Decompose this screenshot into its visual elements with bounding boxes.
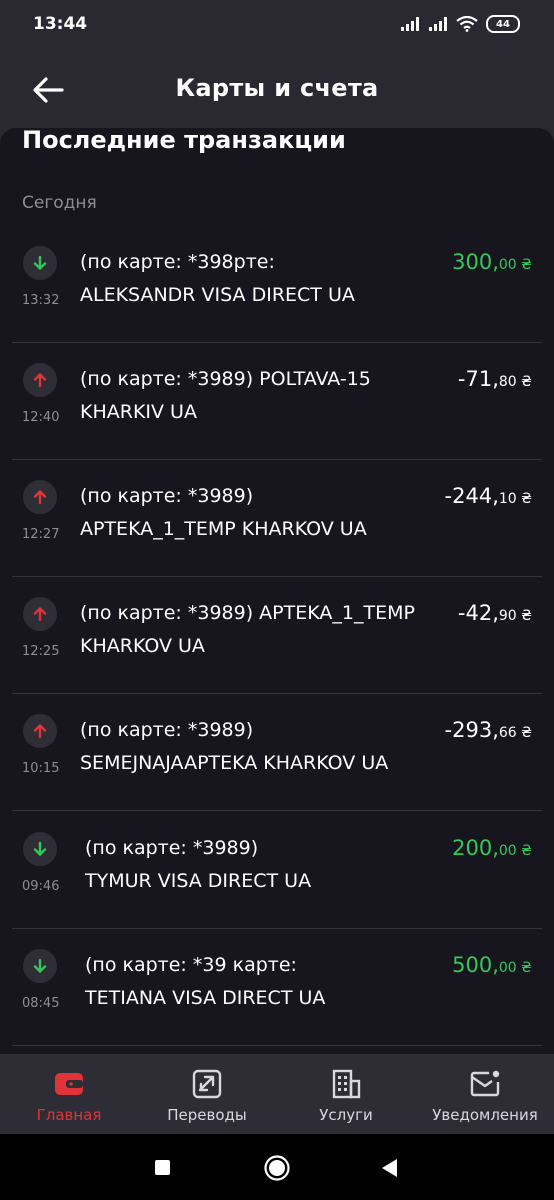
date-label: Сегодня — [22, 193, 97, 213]
transaction-line-2: APTEKA_1_TEMP KHARKOV UA — [80, 518, 367, 540]
amount-main: -71, — [457, 367, 499, 391]
transaction-line-2: TETIANA VISA DIRECT UA — [85, 987, 326, 1009]
transaction-amount: -42,90 ₴ — [458, 597, 532, 633]
amount-main: -244, — [444, 484, 499, 508]
transaction-row[interactable]: 12:25 (по карте: *3989) APTEKA_1_TEMP KH… — [0, 577, 554, 694]
transaction-description: (по карте: *3989) POLTAVA-15 KHARKIV UA — [80, 363, 430, 429]
transaction-line-1: (по карте: *3989) — [85, 837, 259, 859]
divider — [12, 1045, 542, 1046]
mail-notification-icon — [470, 1070, 500, 1097]
transaction-line-1: (по карте: *3989) — [80, 719, 254, 741]
transaction-time: 12:40 — [22, 410, 60, 425]
outgoing-arrow-icon — [23, 714, 57, 748]
nav-home-label: Главная — [36, 1106, 102, 1124]
amount-cents: 00 ₴ — [498, 960, 532, 976]
transaction-time: 09:46 — [22, 879, 60, 894]
amount-cents: 80 ₴ — [498, 374, 532, 390]
transfers-icon — [192, 1069, 222, 1099]
transaction-line-1: (по карте: *39 карте: — [85, 954, 297, 976]
section-title: Последние транзакции — [22, 128, 346, 154]
transaction-time: 10:15 — [22, 761, 60, 776]
transaction-description: (по карте: *398рте: ALEKSANDR VISA DIREC… — [80, 246, 430, 312]
transaction-description: (по карте: *3989) APTEKA_1_TEMP KHARKOV … — [80, 597, 430, 663]
divider — [12, 810, 542, 811]
transaction-line-1: (по карте: *3989) APTEKA_1_TEMP — [80, 602, 415, 624]
amount-main: 300, — [452, 250, 499, 274]
status-icons: 44 — [400, 15, 520, 33]
signal-icon — [401, 17, 419, 31]
battery-icon: 44 — [486, 15, 520, 33]
transaction-row[interactable]: 09:46 (по карте: *3989) TYMUR VISA DIREC… — [0, 812, 554, 929]
transaction-description: (по карте: *39 карте: TETIANA VISA DIREC… — [85, 949, 435, 1015]
transaction-amount: 200,00 ₴ — [452, 832, 532, 868]
nav-transfers[interactable]: Переводы — [155, 1054, 259, 1134]
transaction-amount: 300,00 ₴ — [452, 246, 532, 282]
transaction-row[interactable]: 10:15 (по карте: *3989) SEMEJNAJAAPTEKA … — [0, 694, 554, 811]
amount-cents: 66 ₴ — [498, 725, 532, 741]
nav-transfers-label: Переводы — [167, 1106, 247, 1124]
nav-notifications[interactable]: Уведомления — [424, 1054, 546, 1134]
status-time: 13:44 — [33, 14, 88, 34]
amount-main: -293, — [444, 718, 499, 742]
home-icon[interactable] — [263, 1154, 291, 1182]
transaction-description: (по карте: *3989) APTEKA_1_TEMP KHARKOV … — [80, 480, 430, 546]
incoming-arrow-icon — [23, 832, 57, 866]
transaction-row[interactable]: 12:27 (по карте: *3989) APTEKA_1_TEMP KH… — [0, 460, 554, 577]
transactions-panel[interactable]: Последние транзакции Сегодня 13:32 (по к… — [0, 128, 554, 1054]
transaction-row[interactable]: 13:32 (по карте: *398рте: ALEKSANDR VISA… — [0, 226, 554, 343]
transaction-row[interactable]: 08:45 (по карте: *39 карте: TETIANA VISA… — [0, 929, 554, 1046]
transaction-description: (по карте: *3989) TYMUR VISA DIRECT UA — [85, 832, 435, 898]
incoming-arrow-icon — [23, 949, 57, 983]
wallet-icon — [55, 1073, 83, 1095]
transaction-time: 08:45 — [22, 996, 60, 1011]
transaction-line-1: (по карте: *3989) POLTAVA-15 — [80, 368, 371, 390]
back-triangle-icon[interactable] — [380, 1158, 398, 1178]
bottom-nav: Главная Переводы Услуги Уведомления — [0, 1054, 554, 1134]
transaction-time: 13:32 — [22, 293, 60, 308]
page-title: Карты и счета — [175, 74, 379, 102]
nav-services-label: Услуги — [319, 1106, 373, 1124]
amount-cents: 90 ₴ — [498, 608, 532, 624]
transaction-line-2: KHARKOV UA — [80, 635, 205, 657]
nav-notifications-label: Уведомления — [432, 1106, 538, 1124]
system-nav-bar — [0, 1134, 554, 1200]
transaction-line-2: ALEKSANDR VISA DIRECT UA — [80, 284, 355, 306]
transaction-line-2: TYMUR VISA DIRECT UA — [85, 870, 312, 892]
amount-main: -42, — [457, 601, 499, 625]
transaction-line-2: SEMEJNAJAAPTEKA KHARKOV UA — [80, 752, 389, 774]
transaction-amount: -71,80 ₴ — [458, 363, 532, 399]
transaction-line-2: KHARKIV UA — [80, 401, 197, 423]
amount-cents: 00 ₴ — [498, 843, 532, 859]
outgoing-arrow-icon — [23, 480, 57, 514]
amount-cents: 00 ₴ — [498, 257, 532, 273]
wifi-icon — [456, 16, 478, 32]
outgoing-arrow-icon — [23, 363, 57, 397]
transaction-amount: 500,00 ₴ — [452, 949, 532, 985]
transaction-line-1: (по карте: *3989) — [80, 485, 254, 507]
outgoing-arrow-icon — [23, 597, 57, 631]
incoming-arrow-icon — [23, 246, 57, 280]
transaction-time: 12:25 — [22, 644, 60, 659]
header: Карты и счета — [0, 52, 554, 128]
transaction-amount: -293,66 ₴ — [445, 714, 532, 750]
transaction-amount: -244,10 ₴ — [445, 480, 532, 516]
signal-icon-2 — [429, 17, 447, 31]
nav-services[interactable]: Услуги — [306, 1054, 386, 1134]
transaction-time: 12:27 — [22, 527, 60, 542]
status-bar: 13:44 44 — [0, 0, 554, 52]
nav-home[interactable]: Главная — [22, 1054, 116, 1134]
amount-cents: 10 ₴ — [498, 491, 532, 507]
transaction-description: (по карте: *3989) SEMEJNAJAAPTEKA KHARKO… — [80, 714, 430, 780]
amount-main: 200, — [452, 836, 499, 860]
recents-icon[interactable] — [155, 1160, 170, 1175]
transaction-row[interactable]: 12:40 (по карте: *3989) POLTAVA-15 KHARK… — [0, 343, 554, 460]
amount-main: 500, — [452, 953, 499, 977]
transaction-line-1: (по карте: *398рте: — [80, 251, 275, 273]
building-icon — [332, 1069, 361, 1099]
